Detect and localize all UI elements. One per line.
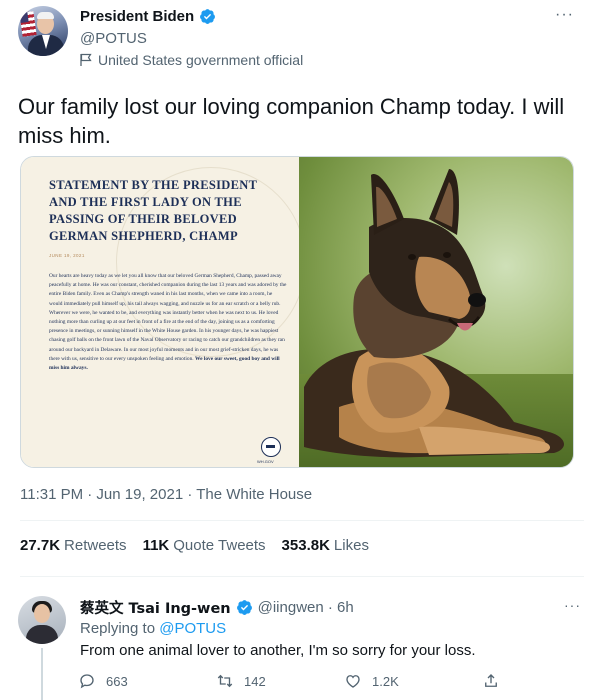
share-action[interactable] — [482, 672, 500, 690]
statement-image: Statement by the President and the First… — [21, 157, 306, 467]
author-name-row: President Biden — [80, 8, 216, 25]
replying-to: Replying to @POTUS — [80, 620, 227, 637]
author-display-name[interactable]: President Biden — [80, 8, 194, 25]
tweet-media[interactable]: Statement by the President and the First… — [20, 156, 574, 468]
like-count: 1.2K — [372, 673, 399, 689]
german-shepherd-illustration — [304, 169, 565, 458]
reply-actions: 663 142 1.2K — [78, 672, 508, 694]
verified-badge-icon — [236, 600, 252, 615]
author-avatar[interactable] — [18, 6, 68, 56]
likes-stat[interactable]: 353.8K Likes — [282, 537, 369, 554]
tweet-text: Our family lost our loving companion Cha… — [18, 94, 565, 148]
reply-count: 663 — [106, 673, 128, 689]
flag-graphic — [19, 11, 37, 37]
reply-more-options-icon[interactable]: ··· — [564, 597, 581, 613]
divider — [20, 520, 584, 521]
like-action[interactable]: 1.2K — [344, 672, 399, 690]
tweet-timestamp[interactable]: 11:31 PM · Jun 19, 2021 · The White Hous… — [20, 486, 312, 503]
share-icon — [485, 674, 497, 687]
retweets-stat[interactable]: 27.7K Retweets — [20, 537, 127, 554]
reply-author-avatar[interactable] — [18, 596, 66, 644]
verified-badge-icon — [200, 9, 216, 24]
government-label: United States government official — [80, 52, 303, 68]
reply-handle-time[interactable]: @iingwen · 6h — [258, 599, 354, 616]
reply-action[interactable]: 663 — [78, 672, 128, 690]
quote-tweets-stat[interactable]: 11K Quote Tweets — [143, 537, 266, 554]
statement-date: JUNE 19, 2021 — [49, 253, 85, 258]
government-label-text: United States government official — [98, 52, 304, 68]
retweet-action[interactable]: 142 — [216, 672, 266, 690]
comment-icon — [80, 674, 94, 689]
author-handle[interactable]: @POTUS — [80, 30, 147, 47]
reply-author-row: 蔡英文 Tsai Ing-wen @iingwen · 6h — [80, 597, 354, 618]
replying-to-mention[interactable]: @POTUS — [159, 620, 226, 637]
thread-line — [41, 648, 43, 700]
engagement-stats: 27.7K Retweets 11K Quote Tweets 353.8K Like… — [20, 537, 369, 554]
retweet-count: 142 — [244, 673, 266, 689]
government-flag-icon — [80, 53, 92, 66]
statement-title: Statement by the President and the First… — [49, 178, 257, 243]
reply-display-name[interactable]: 蔡英文 Tsai Ing-wen — [80, 597, 231, 618]
statement-body-text: Our hearts are heavy today as we let you… — [49, 273, 287, 362]
dog-photo — [299, 157, 573, 467]
more-options-icon[interactable]: ··· — [555, 6, 574, 24]
retweet-icon — [217, 674, 233, 688]
heart-icon — [346, 675, 360, 688]
divider — [20, 576, 584, 577]
white-house-logo-icon — [261, 437, 281, 457]
statement-body: Our hearts are heavy today as we let you… — [49, 272, 287, 373]
statement-site: WH.GOV — [257, 459, 274, 464]
reply-text: From one animal lover to another, I'm so… — [80, 642, 476, 659]
